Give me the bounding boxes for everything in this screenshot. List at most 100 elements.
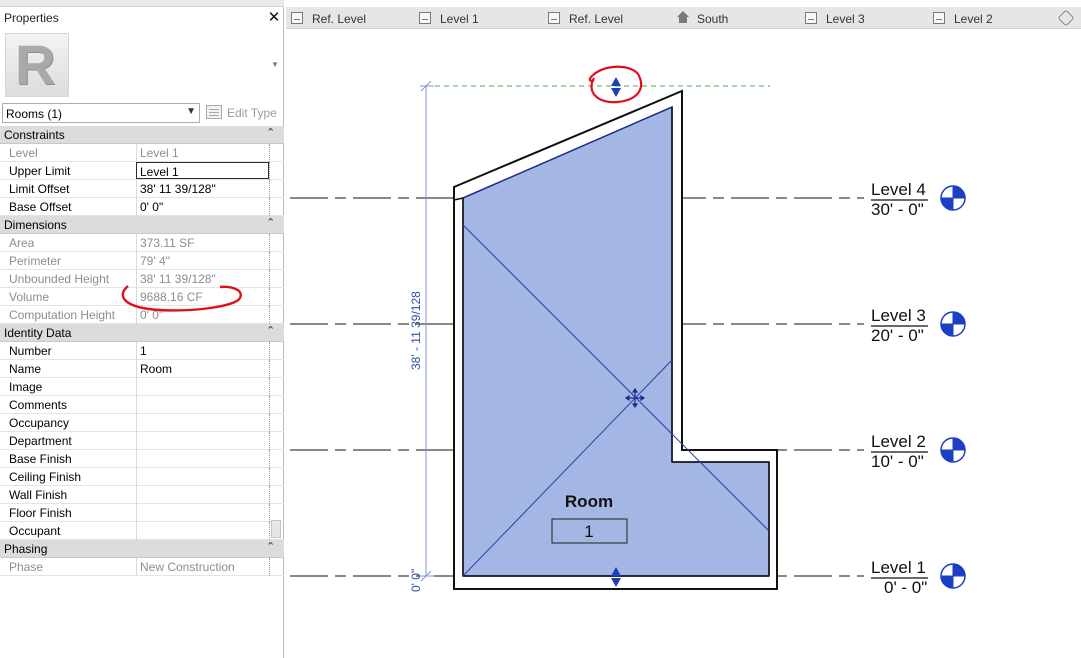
collapse-icon[interactable]: ⌃ <box>266 126 275 139</box>
property-row-base-finish[interactable]: Base Finish <box>0 450 284 468</box>
close-icon[interactable]: ✕ <box>266 10 282 26</box>
section-identity-data[interactable]: Identity Data ⌃ <box>0 324 284 342</box>
property-value: New Construction <box>136 558 269 576</box>
property-value: 79' 4" <box>136 252 269 270</box>
property-name: Phase <box>9 560 44 574</box>
tab-label: Ref. Level <box>312 12 367 26</box>
property-value: Level 1 <box>136 144 269 162</box>
level-1-name[interactable]: Level 1 <box>871 558 926 577</box>
collapse-icon[interactable]: ⌃ <box>266 216 275 229</box>
property-name: Occupancy <box>9 416 70 430</box>
level-2-elevation[interactable]: 10' - 0" <box>871 452 924 471</box>
property-name: Base Finish <box>9 452 72 466</box>
number-field[interactable]: 1 <box>136 342 269 360</box>
name-field[interactable]: Room <box>136 360 269 378</box>
palette-title: Properties <box>4 11 59 25</box>
property-row-volume: Volume 9688.16 CF <box>0 288 284 306</box>
height-dimension-text[interactable]: 38' - 11 39/128 <box>409 291 423 370</box>
upper-limit-grip-icon[interactable] <box>611 77 621 97</box>
level-3-name[interactable]: Level 3 <box>871 306 926 325</box>
limit-offset-field[interactable]: 38' 11 39/128" <box>136 180 269 198</box>
property-row-department[interactable]: Department <box>0 432 284 450</box>
property-row-wall-finish[interactable]: Wall Finish <box>0 486 284 504</box>
revit-type-thumbnail: R <box>5 33 69 97</box>
property-name: Unbounded Height <box>9 272 110 286</box>
property-name: Image <box>9 380 43 394</box>
property-name: Upper Limit <box>9 164 71 178</box>
property-row-occupancy[interactable]: Occupancy <box>0 414 284 432</box>
collapse-icon[interactable]: ⌃ <box>266 540 275 553</box>
level-3-elevation[interactable]: 20' - 0" <box>871 326 924 345</box>
occupancy-field[interactable] <box>136 414 269 432</box>
department-field[interactable] <box>136 432 269 450</box>
property-name: Comments <box>9 398 68 412</box>
section-constraints[interactable]: Constraints ⌃ <box>0 126 284 144</box>
type-selector-preview[interactable]: R ▼ <box>0 30 284 100</box>
property-row-comments[interactable]: Comments <box>0 396 284 414</box>
tab-label: Level 1 <box>440 12 479 26</box>
property-row-area: Area 373.11 SF <box>0 234 284 252</box>
property-row-level: Level Level 1 <box>0 144 284 162</box>
drawing-canvas[interactable]: Room 1 38' - 11 39/128 0' 0" Level 4 30'… <box>286 30 1081 658</box>
palette-scrollbar-thumb[interactable] <box>271 520 281 538</box>
property-name: Wall Finish <box>9 488 68 502</box>
level-4-name[interactable]: Level 4 <box>871 180 926 199</box>
elevation-drawing[interactable]: Room 1 38' - 11 39/128 0' 0" Level 4 30'… <box>286 30 1081 658</box>
level-4-elevation[interactable]: 30' - 0" <box>871 200 924 219</box>
property-row-floor-finish[interactable]: Floor Finish <box>0 504 284 522</box>
property-row-phase: Phase New Construction <box>0 558 284 576</box>
volume-value: 9688.16 CF <box>136 288 269 306</box>
section-phasing[interactable]: Phasing ⌃ <box>0 540 284 558</box>
property-value: 373.11 SF <box>136 234 269 252</box>
property-row-ceiling-finish[interactable]: Ceiling Finish <box>0 468 284 486</box>
base-offset-field[interactable]: 0' 0" <box>136 198 269 216</box>
occupant-field[interactable] <box>136 522 269 540</box>
property-row-perimeter: Perimeter 79' 4" <box>0 252 284 270</box>
collapse-icon[interactable]: ⌃ <box>266 324 275 337</box>
property-name: Number <box>9 344 52 358</box>
base-dimension-text[interactable]: 0' 0" <box>409 569 423 592</box>
base-finish-field[interactable] <box>136 450 269 468</box>
element-filter-value: Rooms (1) <box>6 107 63 121</box>
property-value: 0' 0" <box>136 306 269 324</box>
section-dimensions[interactable]: Dimensions ⌃ <box>0 216 284 234</box>
type-dropdown-arrow-icon[interactable]: ▼ <box>271 60 279 69</box>
property-row-computation-height: Computation Height 0' 0" <box>0 306 284 324</box>
room-tag-name[interactable]: Room <box>565 492 613 511</box>
room-region[interactable] <box>462 105 770 577</box>
property-row-image[interactable]: Image <box>0 378 284 396</box>
ceiling-finish-field[interactable] <box>136 468 269 486</box>
property-row-upper-limit[interactable]: Upper Limit Level 1 <box>0 162 284 180</box>
room-tag-number[interactable]: 1 <box>584 522 593 541</box>
level-head-icon[interactable] <box>940 311 966 337</box>
level-head-icon[interactable] <box>940 185 966 211</box>
level-1-elevation[interactable]: 0' - 0" <box>884 578 927 597</box>
level-head-icon[interactable] <box>940 563 966 589</box>
level-head-icon[interactable] <box>940 437 966 463</box>
image-field[interactable] <box>136 378 269 396</box>
property-name: Level <box>9 146 38 160</box>
property-row-number[interactable]: Number 1 <box>0 342 284 360</box>
section-label: Phasing <box>4 542 48 556</box>
floor-finish-field[interactable] <box>136 504 269 522</box>
plan-view-icon <box>419 12 431 24</box>
edit-type-label: Edit Type <box>227 106 277 120</box>
property-row-name[interactable]: Name Room <box>0 360 284 378</box>
level-2-name[interactable]: Level 2 <box>871 432 926 451</box>
section-label: Identity Data <box>4 326 72 340</box>
edit-type-button[interactable]: Edit Type <box>205 103 281 123</box>
property-row-base-offset[interactable]: Base Offset 0' 0" <box>0 198 284 216</box>
section-label: Constraints <box>4 128 65 142</box>
property-name: Floor Finish <box>9 506 72 520</box>
upper-limit-field[interactable]: Level 1 <box>136 162 269 179</box>
level-annotations: Level 4 30' - 0" Level 3 20' - 0" Level … <box>871 180 928 597</box>
element-filter-dropdown[interactable]: Rooms (1) ▼ <box>2 103 200 123</box>
property-row-limit-offset[interactable]: Limit Offset 38' 11 39/128" <box>0 180 284 198</box>
wall-finish-field[interactable] <box>136 486 269 504</box>
property-name: Name <box>9 362 42 376</box>
property-row-occupant[interactable]: Occupant <box>0 522 284 540</box>
chevron-down-icon: ▼ <box>186 106 196 117</box>
property-name: Department <box>9 434 72 448</box>
tab-label: Level 2 <box>954 12 993 26</box>
comments-field[interactable] <box>136 396 269 414</box>
